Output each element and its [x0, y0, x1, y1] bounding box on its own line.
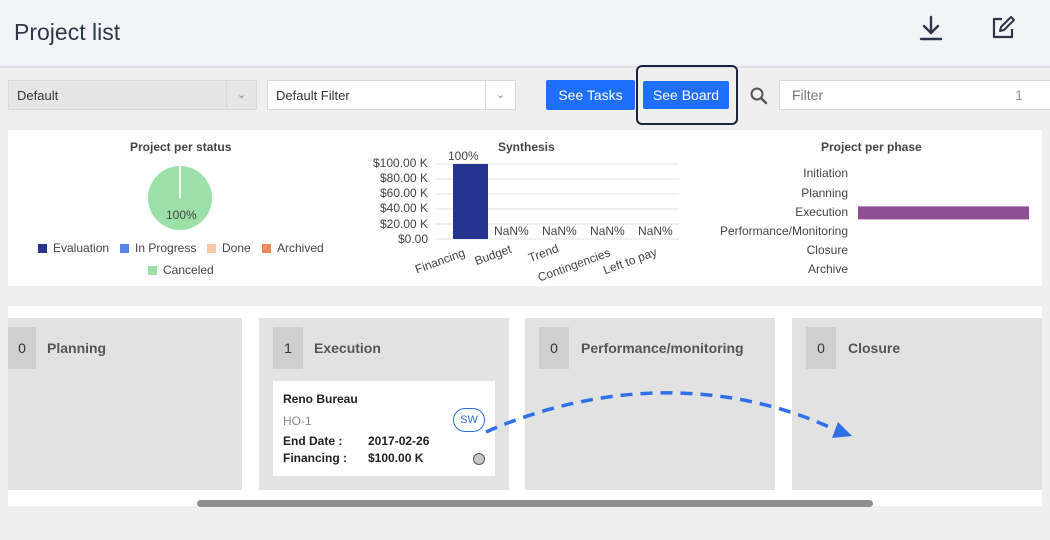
column-title: Planning [47, 340, 107, 356]
y-tick-label: $40.00 K [380, 201, 429, 215]
card-end-date-label: End Date : [283, 434, 343, 448]
search-icon[interactable] [749, 86, 769, 106]
bar-financing[interactable] [453, 164, 488, 239]
legend-canceled[interactable]: Canceled [148, 263, 214, 277]
card-financing-label: Financing : [283, 451, 347, 465]
legend-label: Canceled [163, 263, 214, 277]
legend-archived[interactable]: Archived [262, 241, 324, 255]
pie-slice-label: 100% [166, 208, 197, 222]
column-count: 0 [806, 327, 836, 369]
edit-icon[interactable] [989, 14, 1017, 42]
filter-input[interactable] [779, 80, 1050, 110]
legend-in-progress[interactable]: In Progress [120, 241, 196, 255]
phase-label: Initiation [803, 166, 848, 180]
column-count: 1 [273, 327, 303, 369]
column-count: 0 [8, 327, 36, 369]
x-tick-label: Left to pay [601, 244, 659, 278]
column-count: 0 [539, 327, 569, 369]
legend-swatch [120, 244, 129, 253]
legend-evaluation[interactable]: Evaluation [38, 241, 109, 255]
phase-label: Performance/Monitoring [719, 224, 848, 238]
y-tick-label: $20.00 K [380, 217, 429, 231]
card-title: Reno Bureau [283, 392, 358, 406]
legend-done[interactable]: Done [207, 241, 251, 255]
bar-data-label: NaN% [638, 224, 673, 238]
legend-swatch [207, 244, 216, 253]
synthesis-chart-title: Synthesis [498, 140, 555, 154]
card-financing-value: $100.00 K [368, 451, 424, 465]
legend-label: Done [222, 241, 251, 255]
chevron-down-icon[interactable]: ⌄ [485, 81, 515, 109]
phase-label: Archive [807, 262, 848, 276]
status-dot-icon [473, 453, 485, 465]
dashboard-panel: Project per status 100% Evaluation In Pr… [8, 130, 1042, 286]
y-tick-label: $60.00 K [380, 186, 429, 200]
legend-label: In Progress [135, 241, 197, 255]
see-board-button[interactable]: See Board [643, 81, 729, 109]
bar-data-label: NaN% [542, 224, 577, 238]
phase-plot [858, 206, 1029, 220]
phase-chart-title: Project per phase [821, 140, 922, 154]
bar-data-label: NaN% [494, 224, 529, 238]
x-tick-label: Trend [526, 241, 561, 265]
filter-preset-value: Default Filter [276, 88, 350, 103]
phase-label: Execution [795, 205, 848, 219]
card-code: HO-1 [283, 414, 312, 428]
bar-data-label: NaN% [590, 224, 625, 238]
y-tick-label: $100.00 K [373, 156, 428, 170]
y-tick-label: $0.00 [398, 232, 429, 246]
filter-preset-select[interactable]: Default Filter ⌄ [267, 80, 516, 110]
view-select[interactable]: Default ⌄ [8, 80, 257, 110]
bar-data-label: 100% [448, 149, 479, 163]
phase-label: Planning [801, 186, 848, 200]
status-chart-title: Project per status [130, 140, 232, 154]
x-tick-label: Financing [413, 245, 467, 277]
legend-label: Evaluation [53, 241, 110, 255]
legend-swatch [262, 244, 271, 253]
filter-count: 1 [1015, 87, 1023, 103]
column-title: Execution [314, 340, 381, 356]
horizontal-scrollbar[interactable] [197, 500, 873, 507]
y-tick-label: $80.00 K [380, 171, 429, 185]
board-column-planning: 0 Planning [8, 318, 242, 490]
legend-swatch [148, 266, 157, 275]
card-end-date-value: 2017-02-26 [368, 434, 430, 448]
project-card[interactable]: Reno Bureau HO-1 SW End Date : 2017-02-2… [273, 381, 495, 476]
page-header: Project list [0, 0, 1050, 68]
legend-label: Archived [277, 241, 324, 255]
column-title: Performance/monitoring [581, 340, 744, 356]
legend-swatch [38, 244, 47, 253]
view-select-value: Default [17, 88, 59, 103]
download-icon[interactable] [917, 14, 945, 42]
page-title: Project list [14, 19, 121, 45]
chevron-down-icon[interactable]: ⌄ [226, 81, 256, 109]
see-tasks-button[interactable]: See Tasks [546, 80, 635, 110]
x-tick-label: Budget [472, 241, 514, 269]
phase-bar-execution[interactable] [858, 206, 1029, 220]
column-title: Closure [848, 340, 901, 356]
phase-label: Closure [806, 243, 848, 257]
drag-arrow-icon [485, 391, 852, 438]
